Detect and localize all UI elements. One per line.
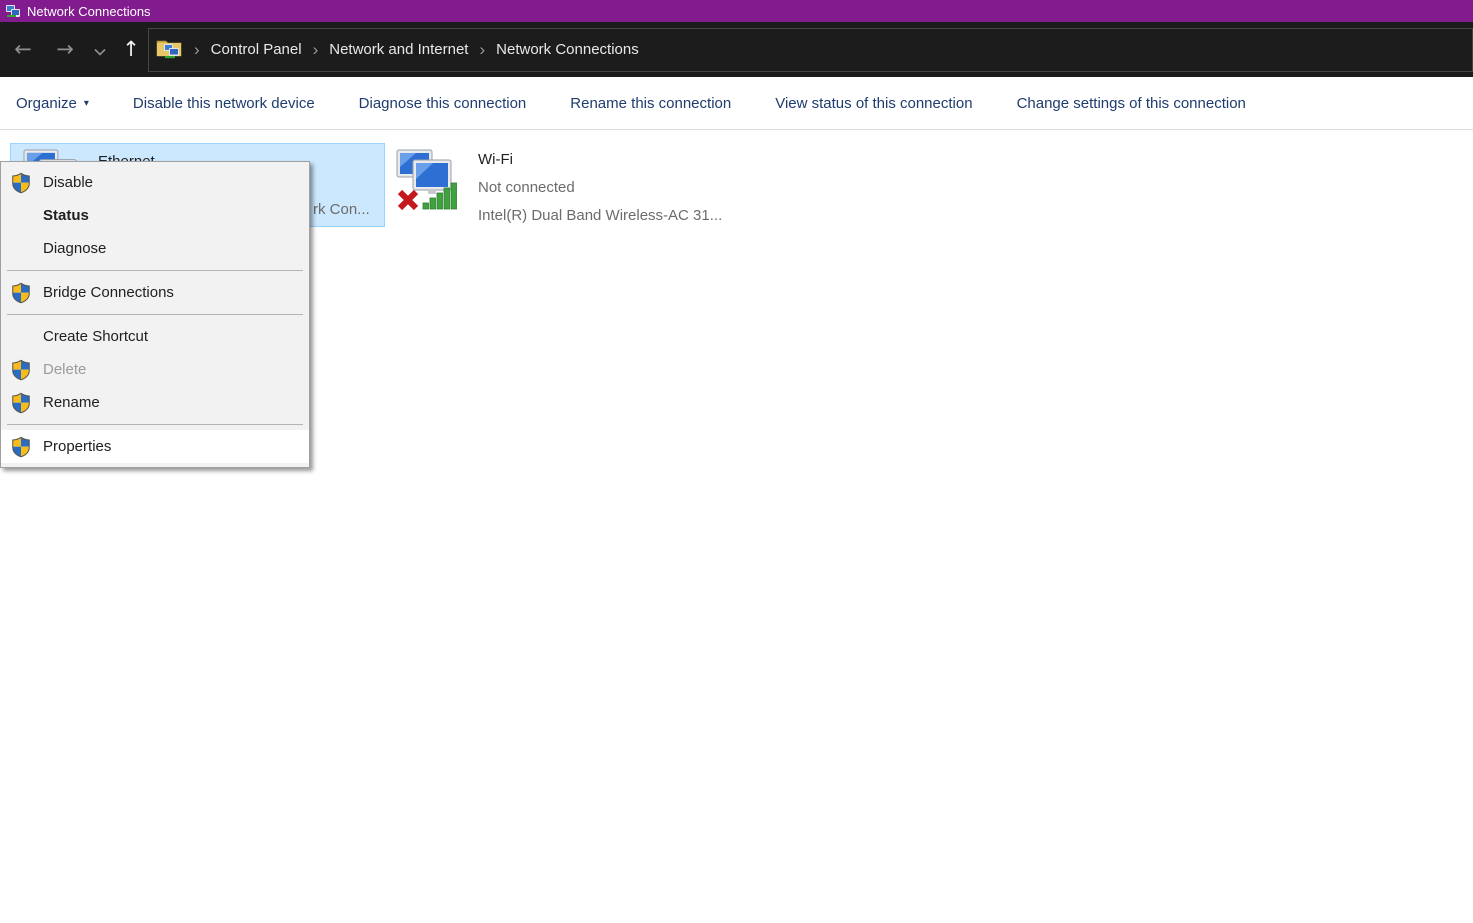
back-button[interactable]: ←: [2, 39, 44, 60]
recent-locations-chevron-down-icon[interactable]: [86, 39, 114, 60]
change-settings-button[interactable]: Change settings of this connection: [1017, 95, 1246, 112]
uac-shield-icon: [9, 435, 33, 459]
menu-item-diagnose[interactable]: Diagnose: [1, 232, 309, 265]
titlebar: Network Connections: [0, 0, 1473, 22]
organize-label: Organize: [16, 94, 77, 112]
menu-item-label: Diagnose: [43, 240, 107, 257]
menu-item-label: Create Shortcut: [43, 328, 149, 345]
breadcrumb-separator-icon: ›: [194, 39, 200, 59]
breadcrumb-separator-icon: ›: [479, 39, 486, 59]
connection-name: Wi-Fi: [478, 151, 513, 168]
connection-tile-wifi[interactable]: Wi-Fi Not connected Intel(R) Dual Band W…: [390, 143, 775, 227]
menu-separator: [7, 424, 303, 425]
menu-separator: [7, 314, 303, 315]
network-connections-icon: [5, 3, 21, 19]
menu-separator: [7, 270, 303, 271]
view-status-button[interactable]: View status of this connection: [775, 95, 972, 112]
menu-item-properties[interactable]: Properties: [1, 430, 309, 463]
disable-network-device-button[interactable]: Disable this network device: [133, 95, 315, 112]
chevron-down-icon: ▾: [83, 97, 89, 109]
menu-item-disable[interactable]: Disable: [1, 166, 309, 199]
uac-shield-icon: [9, 391, 33, 415]
uac-shield-icon: [9, 358, 33, 382]
breadcrumb-control-panel[interactable]: Control Panel: [211, 41, 302, 58]
uac-shield-icon: [9, 281, 33, 305]
breadcrumb-network-connections[interactable]: Network Connections: [496, 41, 639, 58]
uac-shield-icon: [9, 171, 33, 195]
menu-item-delete[interactable]: Delete: [1, 353, 309, 386]
navigation-bar: ← → ↑ › Control Panel › Network and Inte…: [0, 22, 1473, 77]
menu-item-label: Status: [43, 207, 89, 224]
network-connections-window: Network Connections ← → ↑ › Control Pane…: [0, 0, 1473, 923]
diagnose-connection-button[interactable]: Diagnose this connection: [359, 95, 527, 112]
red-x-icon: [397, 189, 419, 211]
connection-status: Not connected: [478, 179, 575, 196]
menu-item-label: Rename: [43, 394, 100, 411]
menu-item-create-shortcut[interactable]: Create Shortcut: [1, 320, 309, 353]
connection-device: Intel(R) Dual Band Wireless-AC 31...: [478, 207, 723, 224]
breadcrumb-network-and-internet[interactable]: Network and Internet: [329, 41, 468, 58]
menu-item-label: Properties: [43, 438, 112, 455]
menu-item-label: Bridge Connections: [43, 284, 174, 301]
menu-item-rename[interactable]: Rename: [1, 386, 309, 419]
address-bar[interactable]: › Control Panel › Network and Internet ›…: [148, 27, 1473, 72]
menu-item-label: Delete: [43, 361, 87, 378]
context-menu: Disable Status Diagnose Bridge Connectio…: [0, 161, 310, 468]
menu-item-label: Disable: [43, 174, 94, 191]
ethernet-device-name-fragment: rk Con...: [313, 201, 370, 218]
connections-list: Ethernet rk Con...: [0, 130, 1473, 923]
breadcrumb-separator-icon: ›: [312, 39, 319, 59]
rename-connection-button[interactable]: Rename this connection: [570, 95, 731, 112]
window-title: Network Connections: [27, 3, 151, 19]
menu-item-status[interactable]: Status: [1, 199, 309, 232]
wifi-adapter-icon: [396, 149, 460, 216]
command-toolbar: Organize ▾ Disable this network device Di…: [0, 77, 1473, 130]
folder-network-icon: [156, 37, 183, 63]
up-button[interactable]: ↑: [114, 39, 148, 60]
forward-button[interactable]: →: [44, 39, 86, 60]
menu-item-bridge-connections[interactable]: Bridge Connections: [1, 276, 309, 309]
organize-button[interactable]: Organize ▾: [16, 95, 89, 112]
